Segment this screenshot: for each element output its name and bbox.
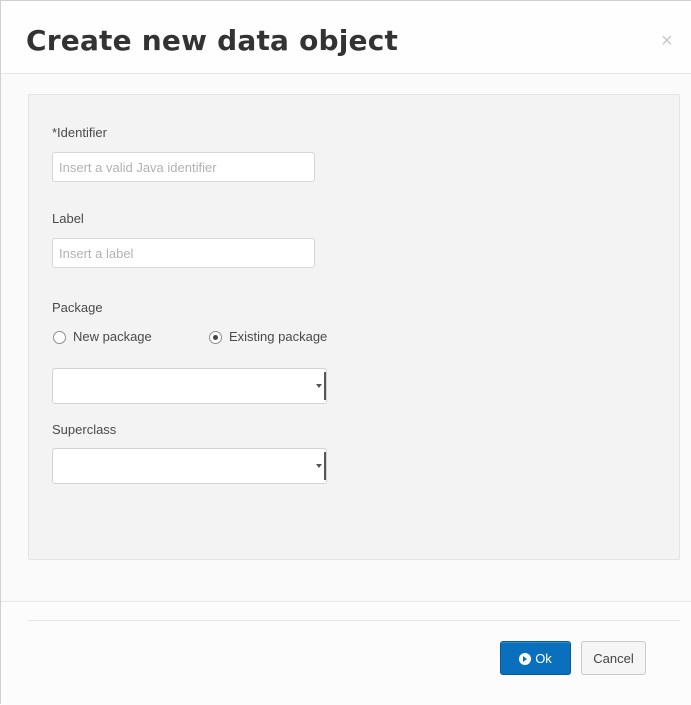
ok-button[interactable]: Ok [500, 641, 571, 675]
package-select[interactable] [52, 368, 327, 404]
dialog-header: Create new data object × [1, 1, 691, 73]
existing-package-radio[interactable] [209, 331, 222, 344]
existing-package-label[interactable]: Existing package [229, 329, 327, 344]
cancel-button[interactable]: Cancel [581, 641, 646, 675]
ok-button-label: Ok [535, 650, 552, 666]
dialog-title: Create new data object [26, 24, 399, 57]
new-package-radio[interactable] [53, 331, 66, 344]
identifier-label: *Identifier [52, 125, 107, 140]
form-panel: *Identifier Label Package New package Ex… [28, 94, 680, 560]
package-label: Package [52, 300, 103, 315]
identifier-input[interactable] [52, 152, 315, 182]
superclass-label: Superclass [52, 422, 117, 437]
dialog-body: *Identifier Label Package New package Ex… [1, 73, 691, 601]
superclass-select[interactable] [52, 448, 327, 484]
label-input[interactable] [52, 238, 315, 268]
chevron-down-icon [316, 452, 326, 480]
play-circle-icon [519, 652, 532, 665]
close-icon[interactable]: × [661, 31, 673, 51]
dialog-footer: Ok Cancel [1, 601, 691, 705]
footer-divider [28, 620, 680, 621]
label-field-label: Label [52, 211, 84, 226]
chevron-down-icon [316, 372, 326, 400]
create-data-object-dialog: Create new data object × *Identifier Lab… [0, 0, 691, 705]
new-package-label[interactable]: New package [73, 329, 152, 344]
